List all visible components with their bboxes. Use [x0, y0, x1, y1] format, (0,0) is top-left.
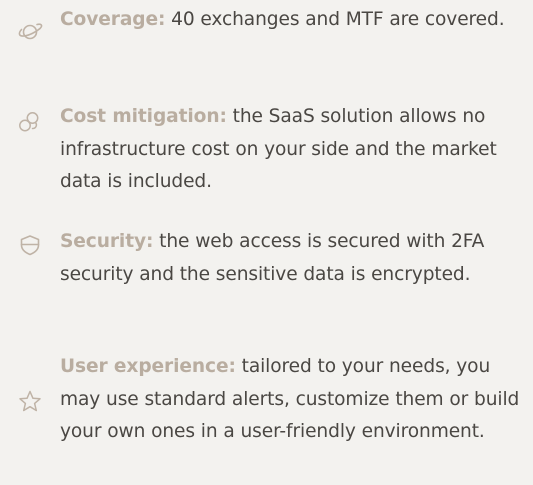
star-icon	[16, 388, 44, 416]
feature-user-experience-title: User experience:	[60, 356, 236, 377]
feature-coverage-title: Coverage:	[60, 9, 166, 30]
coins-icon	[16, 108, 44, 136]
feature-user-experience-text: User experience: tailored to your needs,…	[60, 351, 520, 449]
feature-coverage-text: Coverage: 40 exchanges and MTF are cover…	[60, 4, 520, 37]
feature-cost-mitigation-text: Cost mitigation: the SaaS solution allow…	[60, 101, 520, 199]
feature-security-text: Security: the web access is secured with…	[60, 226, 520, 291]
feature-cost-mitigation-title: Cost mitigation:	[60, 106, 227, 127]
shield-icon	[16, 231, 44, 259]
planet-icon	[16, 18, 44, 46]
feature-coverage-body: 40 exchanges and MTF are covered.	[171, 9, 505, 30]
feature-security-title: Security:	[60, 231, 154, 252]
feature-list: Coverage: 40 exchanges and MTF are cover…	[0, 0, 533, 485]
